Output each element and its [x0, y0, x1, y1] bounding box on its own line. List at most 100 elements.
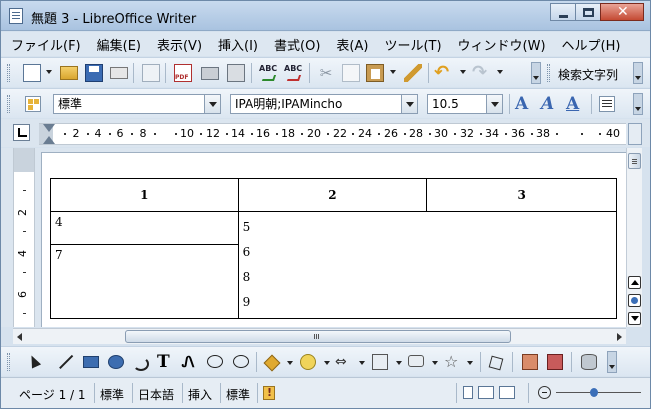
- scroll-left-arrow-icon[interactable]: [17, 333, 22, 341]
- next-page-button[interactable]: [628, 312, 641, 325]
- flowchart-dropdown-arrow[interactable]: [396, 361, 402, 365]
- toolbar-grip[interactable]: [7, 353, 10, 371]
- book-view-icon[interactable]: [499, 386, 515, 399]
- symbol-shapes-dropdown-arrow[interactable]: [324, 361, 330, 365]
- find-label[interactable]: 検索文字列: [558, 66, 618, 83]
- font-size-dropdown-icon[interactable]: [486, 95, 502, 113]
- previous-page-button[interactable]: [628, 276, 641, 289]
- paragraph-style-select[interactable]: 標準: [53, 94, 221, 114]
- clone-formatting-icon[interactable]: [404, 64, 422, 82]
- undo-icon[interactable]: ↶: [434, 64, 452, 82]
- ruler-scroll-right-button[interactable]: [628, 123, 642, 145]
- redo-icon[interactable]: ↷: [472, 64, 490, 82]
- rectangle-tool-icon[interactable]: [83, 356, 99, 368]
- extrusion-toggle-icon[interactable]: [581, 354, 597, 370]
- new-dropdown-arrow[interactable]: [46, 70, 52, 74]
- page-indicator[interactable]: ページ 1 / 1: [19, 386, 86, 403]
- block-arrows-icon[interactable]: ⇔: [335, 354, 351, 370]
- fontwork-gallery-icon[interactable]: [522, 354, 538, 370]
- spellcheck-icon[interactable]: ABC: [259, 64, 277, 82]
- toolbar-overflow-button[interactable]: [531, 62, 541, 84]
- symbol-shapes-icon[interactable]: [300, 354, 316, 370]
- print-icon[interactable]: [201, 67, 219, 80]
- minimize-button[interactable]: [550, 3, 576, 21]
- flowchart-icon[interactable]: [372, 354, 388, 370]
- menu-edit[interactable]: 編集(E): [97, 35, 141, 54]
- vertical-callout-icon[interactable]: [233, 355, 249, 368]
- close-button[interactable]: ✕: [600, 3, 644, 21]
- insert-frame-icon[interactable]: [547, 354, 563, 370]
- block-arrows-dropdown-arrow[interactable]: [359, 361, 365, 365]
- find-toolbar-overflow-button[interactable]: [633, 62, 643, 84]
- selection-mode-indicator[interactable]: 標準: [226, 386, 250, 403]
- left-indent-marker[interactable]: [43, 136, 55, 144]
- menu-tools[interactable]: ツール(T): [384, 35, 441, 54]
- underline-button[interactable]: A: [566, 94, 579, 114]
- italic-button[interactable]: A: [541, 94, 554, 114]
- first-line-indent-marker[interactable]: [43, 124, 55, 132]
- menu-window[interactable]: ウィンドウ(W): [458, 35, 546, 54]
- auto-spellcheck-icon[interactable]: ABC: [284, 64, 302, 82]
- tab-stop-selector[interactable]: [13, 124, 30, 141]
- text-tool-icon[interactable]: T: [157, 354, 173, 371]
- ellipse-tool-icon[interactable]: [108, 355, 124, 369]
- horizontal-scroll-thumb[interactable]: [125, 330, 511, 343]
- cut-icon[interactable]: ✂: [317, 64, 335, 82]
- paste-dropdown-arrow[interactable]: [390, 70, 396, 74]
- stars-icon[interactable]: ☆: [444, 354, 460, 370]
- styles-formatting-icon[interactable]: [25, 96, 41, 112]
- drawing-toolbar-overflow-button[interactable]: [607, 351, 617, 373]
- curve-tool-icon[interactable]: [132, 354, 149, 371]
- document-modified-icon[interactable]: [263, 386, 275, 400]
- vertical-scroll-thumb[interactable]: [628, 153, 641, 169]
- horizontal-scrollbar[interactable]: [13, 328, 626, 344]
- single-page-view-icon[interactable]: [463, 386, 473, 399]
- menu-table[interactable]: 表(A): [336, 35, 368, 54]
- zoom-out-icon[interactable]: [538, 386, 551, 399]
- toolbar-grip[interactable]: [547, 64, 550, 82]
- table-cell-merged[interactable]: 5 6 8 9: [237, 211, 618, 319]
- menu-format[interactable]: 書式(O): [274, 35, 320, 54]
- email-icon[interactable]: [110, 67, 128, 79]
- export-pdf-icon[interactable]: [174, 64, 192, 82]
- table-cell[interactable]: 4: [50, 211, 239, 245]
- multi-page-view-icon[interactable]: [478, 386, 494, 399]
- callouts-dropdown-arrow[interactable]: [432, 361, 438, 365]
- basic-shapes-dropdown-arrow[interactable]: [287, 361, 293, 365]
- undo-dropdown-arrow[interactable]: [460, 70, 466, 74]
- menu-view[interactable]: 表示(V): [157, 35, 202, 54]
- font-size-select[interactable]: 10.5: [427, 94, 503, 114]
- select-pointer-icon[interactable]: [26, 354, 42, 370]
- zoom-slider-knob[interactable]: [590, 388, 599, 397]
- font-name-select[interactable]: IPA明朝;IPAMincho: [230, 94, 418, 114]
- print-preview-icon[interactable]: [227, 64, 245, 82]
- vertical-text-icon[interactable]: Ꮑ: [182, 354, 198, 370]
- bold-button[interactable]: A: [515, 94, 528, 114]
- redo-dropdown-arrow[interactable]: [497, 70, 503, 74]
- align-left-icon[interactable]: [599, 96, 615, 112]
- scroll-right-arrow-icon[interactable]: [617, 333, 622, 341]
- table-cell[interactable]: 3: [426, 178, 617, 212]
- vertical-scrollbar[interactable]: [626, 148, 642, 327]
- line-tool-icon[interactable]: [57, 354, 73, 370]
- basic-shapes-icon[interactable]: [263, 354, 279, 370]
- toolbar-grip[interactable]: [7, 64, 10, 82]
- paste-icon[interactable]: [366, 64, 384, 82]
- menu-insert[interactable]: 挿入(I): [218, 35, 258, 54]
- table-cell[interactable]: 1: [50, 178, 239, 212]
- document-table[interactable]: 1 2 3 4 5 6 8 9 7: [50, 178, 618, 320]
- table-cell[interactable]: 2: [237, 178, 428, 212]
- menu-help[interactable]: ヘルプ(H): [562, 35, 621, 54]
- menu-file[interactable]: ファイル(F): [11, 35, 81, 54]
- zoom-slider[interactable]: [556, 392, 641, 393]
- language-indicator[interactable]: 日本語: [138, 386, 174, 403]
- new-document-icon[interactable]: [23, 64, 41, 82]
- font-name-dropdown-icon[interactable]: [401, 95, 417, 113]
- maximize-button[interactable]: [575, 3, 601, 21]
- stars-dropdown-arrow[interactable]: [467, 361, 473, 365]
- toolbar-grip[interactable]: [7, 95, 10, 113]
- edit-points-icon[interactable]: [488, 354, 504, 370]
- page-style-indicator[interactable]: 標準: [100, 386, 124, 403]
- horizontal-ruler[interactable]: 2 4 6 8 10 12 14 16 18 20 22 24 26 28 30…: [39, 123, 626, 145]
- callouts-icon[interactable]: [408, 355, 424, 367]
